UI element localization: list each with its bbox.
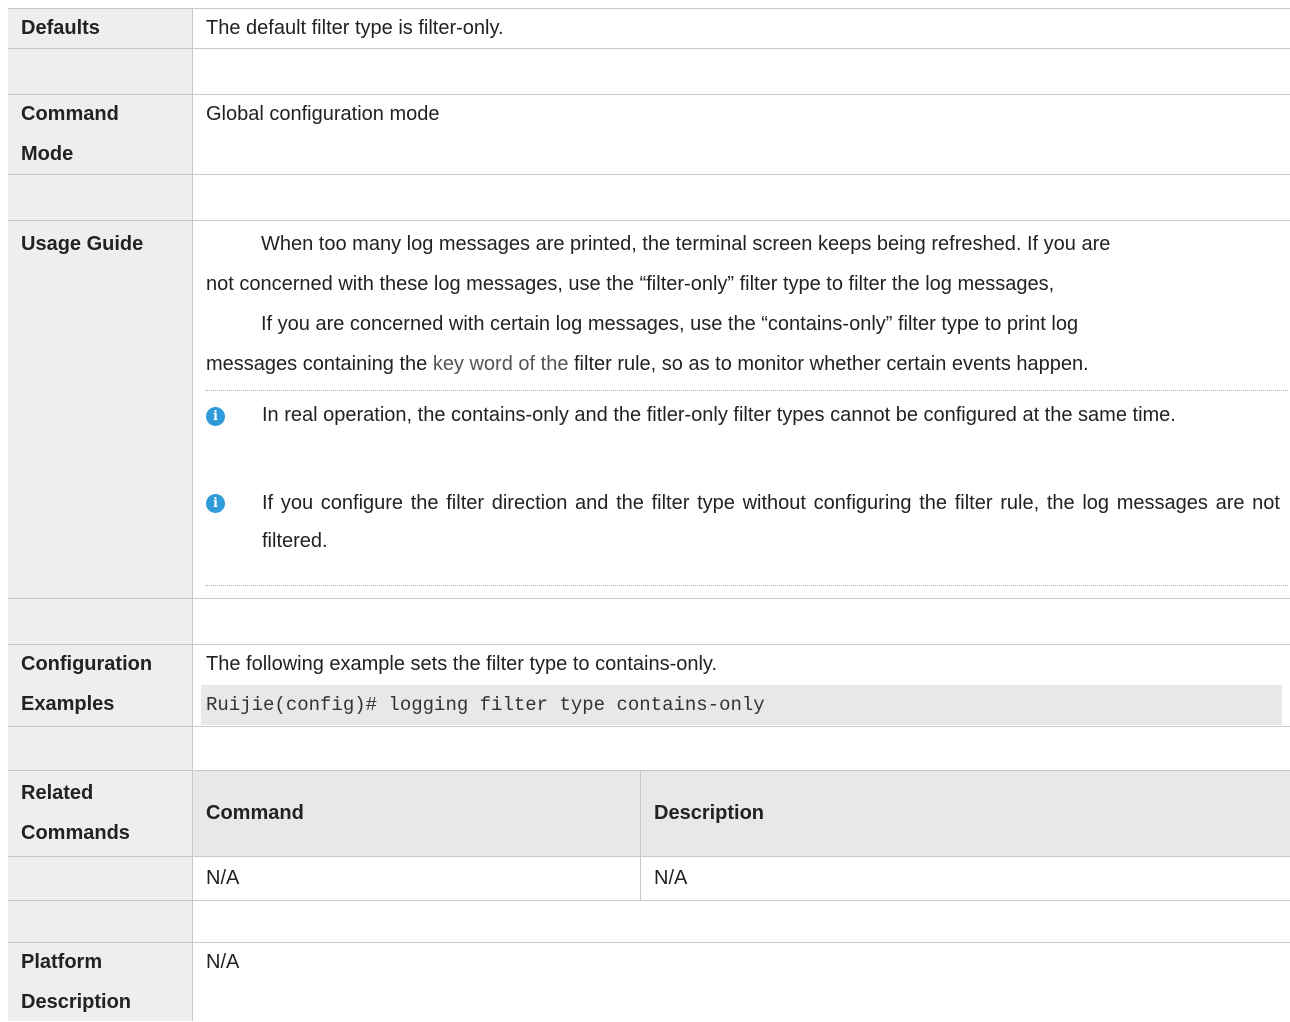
related-commands-label-line1: Related [21, 782, 94, 804]
defaults-label: Defaults [8, 8, 192, 48]
usage-guide-label: Usage Guide [8, 220, 192, 598]
command-mode-text: Global configuration mode [206, 103, 440, 125]
usage-para2-line2: messages containing the key word of the … [206, 344, 1089, 384]
spacer-row [8, 48, 1290, 94]
spacer-row [8, 174, 1290, 220]
note-2: i If you configure the filter direction … [206, 484, 1280, 564]
related-commands-header: Command Description [192, 770, 1290, 856]
command-mode-row: Command Mode Global configuration mode [8, 94, 1290, 174]
related-command-cell: N/A [206, 867, 240, 889]
spacer-label [8, 174, 192, 220]
column-header-description: Description [654, 802, 765, 824]
usage-para1-line1: When too many log messages are printed, … [261, 233, 1111, 255]
row-divider [8, 598, 1290, 599]
related-commands-cells: N/A N/A [192, 856, 1290, 900]
note-separator-top [206, 390, 1288, 391]
related-commands-data-row: N/A N/A [8, 856, 1290, 900]
note-2-text: If you configure the filter direction an… [262, 492, 1280, 552]
note-1: i In real operation, the contains-only a… [206, 396, 1280, 476]
spacer-label [8, 900, 192, 942]
usage-para2-text-a: messages containing the [206, 353, 433, 375]
usage-guide-value: When too many log messages are printed, … [192, 220, 1290, 598]
row-divider [8, 8, 1290, 9]
spacer-row [8, 900, 1290, 942]
config-examples-value: The following example sets the filter ty… [192, 644, 1290, 726]
defaults-row: Defaults The default filter type is filt… [8, 8, 1290, 48]
usage-keyword: key word of the [432, 353, 569, 375]
subtable-column-divider [640, 770, 641, 900]
usage-para1-line2: not concerned with these log messages, u… [206, 273, 1055, 295]
spacer-label [8, 856, 192, 900]
defaults-value: The default filter type is filter-only. [192, 8, 1290, 48]
related-commands-label: Related Commands [8, 770, 192, 856]
config-examples-label: Configuration Examples [8, 644, 192, 726]
spacer-label [8, 726, 192, 770]
column-divider [192, 8, 193, 1021]
platform-description-label-line2: Description [21, 991, 132, 1013]
usage-para2-line1: If you are concerned with certain log me… [261, 313, 1079, 335]
related-description-cell: N/A [654, 867, 688, 889]
info-icon: i [206, 407, 225, 426]
defaults-text: The default filter type is filter-only. [206, 17, 504, 39]
row-divider [8, 644, 1290, 645]
note-separator-bottom [206, 585, 1288, 586]
row-divider [8, 856, 1290, 857]
usage-guide-row: Usage Guide When too many log messages a… [8, 220, 1290, 598]
info-icon: i [206, 494, 225, 513]
platform-description-value: N/A [192, 942, 1290, 1021]
platform-description-label-line1: Platform [21, 951, 103, 973]
command-mode-label: Command Mode [8, 94, 192, 174]
command-mode-label-line1: Command [21, 103, 119, 125]
command-mode-label-line2: Mode [21, 143, 74, 165]
row-divider [8, 94, 1290, 95]
platform-description-label: Platform Description [8, 942, 192, 1021]
related-commands-label-line2: Commands [21, 822, 130, 844]
note-1-text: In real operation, the contains-only and… [262, 404, 1176, 426]
row-divider [8, 174, 1290, 175]
config-examples-label-line1: Configuration [21, 653, 153, 675]
related-commands-row: Related Commands Command Description [8, 770, 1290, 856]
row-divider [8, 726, 1290, 727]
row-divider [8, 942, 1290, 943]
spacer-label [8, 48, 192, 94]
platform-description-row: Platform Description N/A [8, 942, 1290, 1021]
row-divider [8, 48, 1290, 49]
row-divider [8, 220, 1290, 221]
row-divider [8, 770, 1290, 771]
config-examples-label-line2: Examples [21, 693, 115, 715]
platform-description-text: N/A [206, 951, 240, 973]
spacer-label [8, 598, 192, 644]
command-mode-value: Global configuration mode [192, 94, 1290, 174]
config-examples-row: Configuration Examples The following exa… [8, 644, 1290, 726]
usage-para2-text-b: filter rule, so as to monitor whether ce… [568, 353, 1089, 375]
config-examples-text: The following example sets the filter ty… [206, 653, 717, 675]
row-divider [8, 900, 1290, 901]
spacer-row [8, 726, 1290, 770]
code-example: Ruijie(config)# logging filter type cont… [201, 685, 1282, 725]
command-reference-table: Defaults The default filter type is filt… [8, 0, 1290, 1021]
spacer-row [8, 598, 1290, 644]
column-header-command: Command [206, 802, 304, 824]
